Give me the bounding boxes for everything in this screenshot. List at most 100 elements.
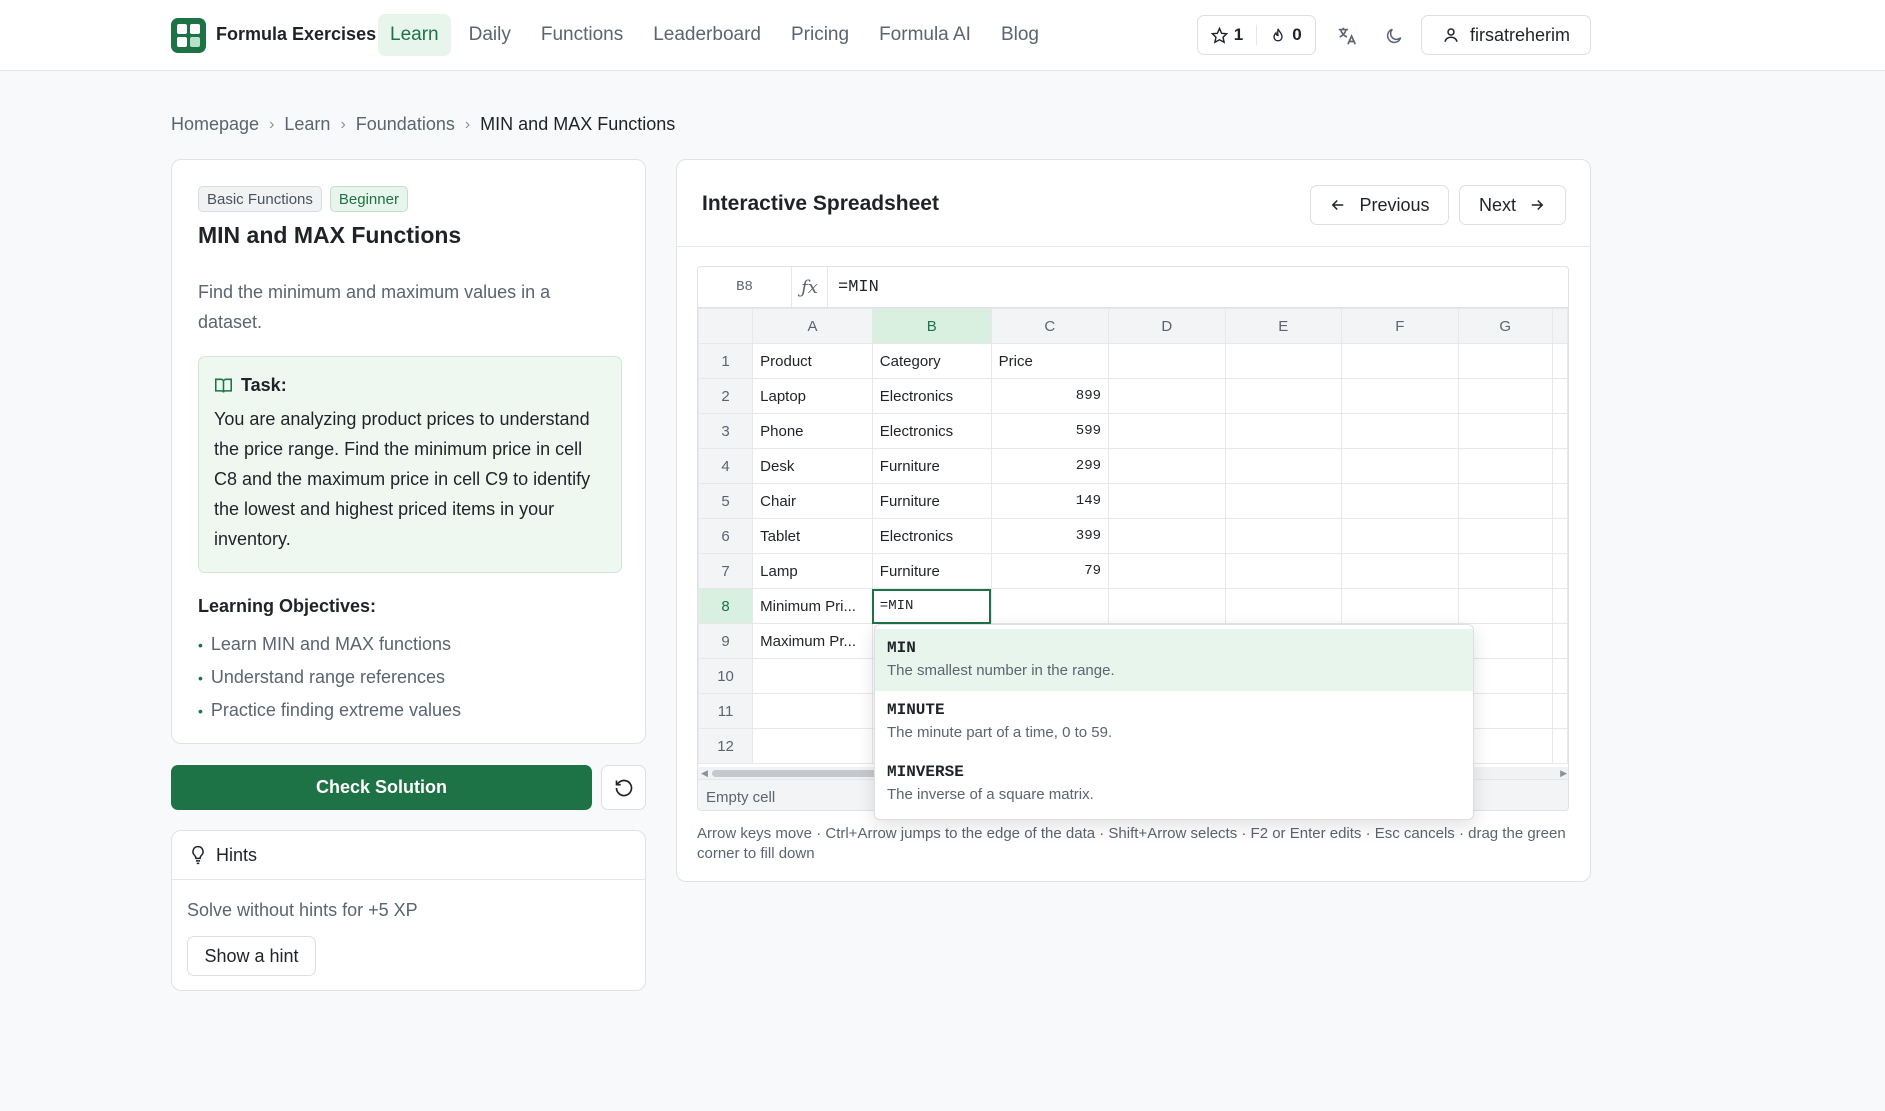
cell-f3[interactable] (1341, 413, 1459, 449)
cell-b5[interactable]: Furniture (871, 483, 992, 519)
cell-d4[interactable] (1108, 448, 1226, 484)
cell-e7[interactable] (1224, 553, 1343, 589)
cell-a6[interactable]: Tablet (752, 518, 873, 554)
column-header-b[interactable]: B (871, 308, 992, 344)
breadcrumb-homepage[interactable]: Homepage (171, 114, 259, 135)
column-header-d[interactable]: D (1108, 308, 1226, 344)
cell-b8[interactable]: =MIN (871, 588, 992, 624)
autocomplete-item-minverse[interactable]: MINVERSE The inverse of a square matrix. (875, 753, 1473, 815)
cell-f4[interactable] (1341, 448, 1459, 484)
column-header-f[interactable]: F (1341, 308, 1459, 344)
brand-name[interactable]: Formula Exercises (216, 24, 376, 45)
cell-e3[interactable] (1224, 413, 1343, 449)
row-header[interactable]: 9 (698, 623, 754, 659)
moon-icon[interactable] (1380, 22, 1408, 50)
cell-b7[interactable]: Furniture (871, 553, 992, 589)
cell-a10[interactable] (752, 658, 873, 694)
row-header[interactable]: 4 (698, 448, 754, 484)
row-header[interactable]: 5 (698, 483, 754, 519)
scroll-left-icon[interactable]: ◀ (701, 767, 708, 779)
cell-g3[interactable] (1457, 413, 1554, 449)
previous-button[interactable]: Previous (1310, 185, 1449, 225)
cell-reference[interactable]: B8 (698, 267, 792, 307)
cell-c5[interactable]: 149 (990, 483, 1110, 519)
cell-a2[interactable]: Laptop (752, 378, 873, 414)
user-menu-button[interactable]: firsatreherim (1421, 15, 1591, 55)
show-hint-button[interactable]: Show a hint (187, 936, 316, 976)
cell-g1[interactable] (1457, 343, 1554, 379)
scrollbar-thumb[interactable] (712, 770, 882, 777)
cell-g8[interactable] (1457, 588, 1554, 624)
nav-daily[interactable]: Daily (457, 14, 523, 56)
cell-g6[interactable] (1457, 518, 1554, 554)
cell-g5[interactable] (1457, 483, 1554, 519)
cell-d2[interactable] (1108, 378, 1226, 414)
breadcrumb-learn[interactable]: Learn (284, 114, 330, 135)
cell-c2[interactable]: 899 (990, 378, 1110, 414)
cell-f8[interactable] (1341, 588, 1459, 624)
nav-functions[interactable]: Functions (529, 14, 635, 56)
cell-a9[interactable]: Maximum Pr... (752, 623, 873, 659)
translate-icon[interactable] (1333, 22, 1361, 50)
row-header[interactable]: 8 (698, 588, 754, 624)
cell-a11[interactable] (752, 693, 873, 729)
cell-f7[interactable] (1341, 553, 1459, 589)
cell-c8[interactable] (990, 588, 1110, 624)
cell-e2[interactable] (1224, 378, 1343, 414)
breadcrumb-foundations[interactable]: Foundations (356, 114, 455, 135)
cell-a7[interactable]: Lamp (752, 553, 873, 589)
cell-d5[interactable] (1108, 483, 1226, 519)
cell-d3[interactable] (1108, 413, 1226, 449)
nav-learn[interactable]: Learn (378, 14, 451, 56)
scroll-right-icon[interactable]: ▶ (1560, 767, 1567, 779)
cell-g7[interactable] (1457, 553, 1554, 589)
row-header[interactable]: 10 (698, 658, 754, 694)
cell-a12[interactable] (752, 728, 873, 764)
cell-f6[interactable] (1341, 518, 1459, 554)
cell-a8[interactable]: Minimum Pri... (752, 588, 873, 624)
row-header[interactable]: 6 (698, 518, 754, 554)
grid-corner[interactable] (698, 308, 754, 344)
row-header[interactable]: 3 (698, 413, 754, 449)
cell-e6[interactable] (1224, 518, 1343, 554)
column-header-c[interactable]: C (990, 308, 1110, 344)
cell-c1[interactable]: Price (990, 343, 1110, 379)
row-header[interactable]: 7 (698, 553, 754, 589)
cell-c6[interactable]: 399 (990, 518, 1110, 554)
nav-pricing[interactable]: Pricing (779, 14, 861, 56)
column-header-e[interactable]: E (1224, 308, 1343, 344)
cell-a1[interactable]: Product (752, 343, 873, 379)
cell-e8[interactable] (1224, 588, 1343, 624)
row-header[interactable]: 11 (698, 693, 754, 729)
cell-f2[interactable] (1341, 378, 1459, 414)
autocomplete-item-minute[interactable]: MINUTE The minute part of a time, 0 to 5… (875, 691, 1473, 753)
cell-b6[interactable]: Electronics (871, 518, 992, 554)
row-header[interactable]: 2 (698, 378, 754, 414)
user-stats[interactable]: 1 0 (1197, 15, 1316, 55)
cell-a3[interactable]: Phone (752, 413, 873, 449)
reset-button[interactable] (601, 765, 646, 810)
column-header-a[interactable]: A (752, 308, 873, 344)
cell-e5[interactable] (1224, 483, 1343, 519)
cell-g2[interactable] (1457, 378, 1554, 414)
cell-b3[interactable]: Electronics (871, 413, 992, 449)
cell-b4[interactable]: Furniture (871, 448, 992, 484)
formula-input[interactable]: =MIN (838, 278, 879, 297)
cell-c7[interactable]: 79 (990, 553, 1110, 589)
nav-blog[interactable]: Blog (989, 14, 1051, 56)
row-header[interactable]: 12 (698, 728, 754, 764)
cell-b1[interactable]: Category (871, 343, 992, 379)
next-button[interactable]: Next (1459, 185, 1566, 225)
cell-d1[interactable] (1108, 343, 1226, 379)
cell-f1[interactable] (1341, 343, 1459, 379)
cell-f5[interactable] (1341, 483, 1459, 519)
row-header[interactable]: 1 (698, 343, 754, 379)
cell-d8[interactable] (1108, 588, 1226, 624)
check-solution-button[interactable]: Check Solution (171, 765, 592, 810)
cell-g4[interactable] (1457, 448, 1554, 484)
cell-d6[interactable] (1108, 518, 1226, 554)
cell-e4[interactable] (1224, 448, 1343, 484)
logo-icon[interactable] (171, 18, 206, 53)
nav-formula-ai[interactable]: Formula AI (867, 14, 983, 56)
cell-e1[interactable] (1224, 343, 1343, 379)
